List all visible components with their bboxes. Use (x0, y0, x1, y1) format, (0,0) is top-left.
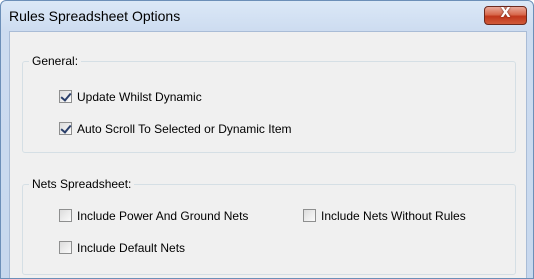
checkbox-box[interactable] (59, 209, 72, 222)
nets-spreadsheet-group-legend: Nets Spreadsheet: (29, 177, 135, 191)
checkbox-box[interactable] (59, 122, 72, 135)
checkbox-label: Include Nets Without Rules (321, 209, 466, 223)
checkbox-box[interactable] (303, 209, 316, 222)
general-group-legend: General: (29, 54, 82, 68)
nets-spreadsheet-group: Nets Spreadsheet: Include Power And Grou… (22, 177, 516, 275)
checkbox-label: Auto Scroll To Selected or Dynamic Item (77, 122, 292, 136)
title-bar[interactable]: Rules Spreadsheet Options X (1, 1, 533, 31)
dialog-window: Rules Spreadsheet Options X General: Upd… (0, 0, 534, 279)
dialog-title: Rules Spreadsheet Options (9, 8, 181, 24)
checkbox-label: Update Whilst Dynamic (77, 90, 202, 104)
checkbox-label: Include Power And Ground Nets (77, 209, 249, 223)
close-icon: X (500, 6, 511, 21)
close-button[interactable]: X (484, 6, 527, 25)
checkbox-label: Include Default Nets (77, 241, 186, 255)
checkbox-box[interactable] (59, 241, 72, 254)
checkbox-box[interactable] (59, 90, 72, 103)
dialog-client-area: General: Update Whilst Dynamic Auto Scro… (9, 31, 527, 278)
general-group: General: Update Whilst Dynamic Auto Scro… (22, 54, 516, 153)
